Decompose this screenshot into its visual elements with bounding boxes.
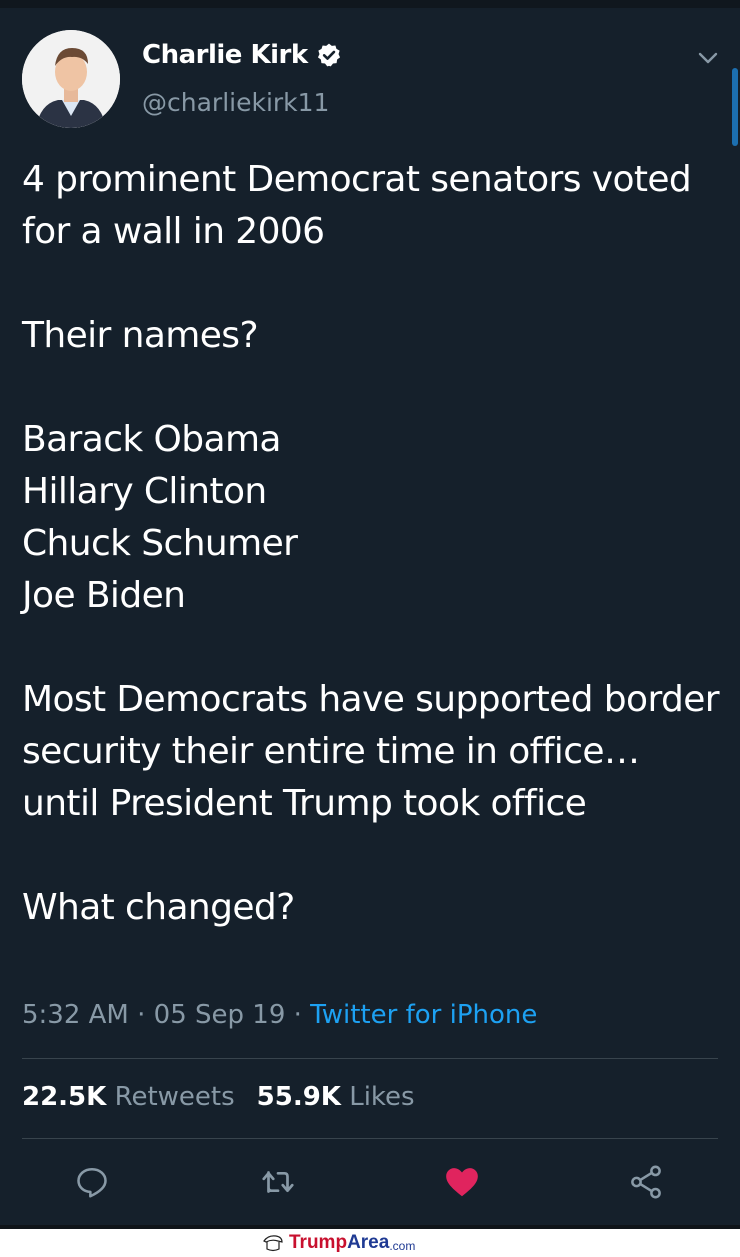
trump-hair-logo-icon (263, 1235, 283, 1252)
scrollbar-thumb[interactable] (732, 68, 738, 146)
chevron-down-icon[interactable] (696, 48, 720, 68)
avatar-portrait-icon (22, 30, 120, 128)
watermark-brand-part1: Trump (289, 1232, 348, 1253)
like-button[interactable] (442, 1160, 482, 1204)
verified-badge-icon (317, 43, 340, 67)
reply-button[interactable] (72, 1160, 112, 1204)
retweets-count: 22.5K (22, 1082, 107, 1112)
meta-separator: · (293, 1000, 302, 1030)
tweet-date: 05 Sep 19 (153, 1000, 286, 1030)
retweets-label: Retweets (114, 1082, 235, 1112)
tweet-time: 5:32 AM (22, 1000, 129, 1030)
share-icon (631, 1165, 661, 1199)
heart-icon (446, 1168, 478, 1197)
author-handle[interactable]: @charliekirk11 (142, 88, 329, 117)
divider (22, 1058, 718, 1059)
author-name[interactable]: Charlie Kirk (142, 40, 308, 70)
watermark-brand-part2: Area (347, 1232, 390, 1253)
avatar[interactable] (22, 30, 120, 128)
divider (22, 1138, 718, 1139)
watermark-logo: Trump Area .com (262, 1232, 415, 1254)
retweet-button[interactable] (258, 1160, 298, 1204)
reply-icon (77, 1167, 107, 1198)
retweet-icon (262, 1171, 294, 1193)
likes-count: 55.9K (256, 1082, 341, 1112)
meta-separator: · (137, 1000, 146, 1030)
tweet-stats: 22.5K Retweets 55.9K Likes (22, 1082, 415, 1112)
tweet-meta: 5:32 AM · 05 Sep 19 · Twitter for iPhone (22, 1000, 537, 1030)
top-status-strip (0, 0, 740, 8)
watermark-brand-suffix: .com (389, 1238, 416, 1253)
likes-label: Likes (349, 1082, 415, 1112)
tweet-text: 4 prominent Democrat senators voted for … (22, 159, 720, 928)
retweets-stat[interactable]: 22.5K Retweets (22, 1082, 235, 1112)
likes-stat[interactable]: 55.9K Likes (257, 1082, 415, 1112)
tweet-source-link[interactable]: Twitter for iPhone (310, 1000, 537, 1030)
share-button[interactable] (626, 1160, 666, 1204)
author-name-row: Charlie Kirk (142, 40, 342, 70)
